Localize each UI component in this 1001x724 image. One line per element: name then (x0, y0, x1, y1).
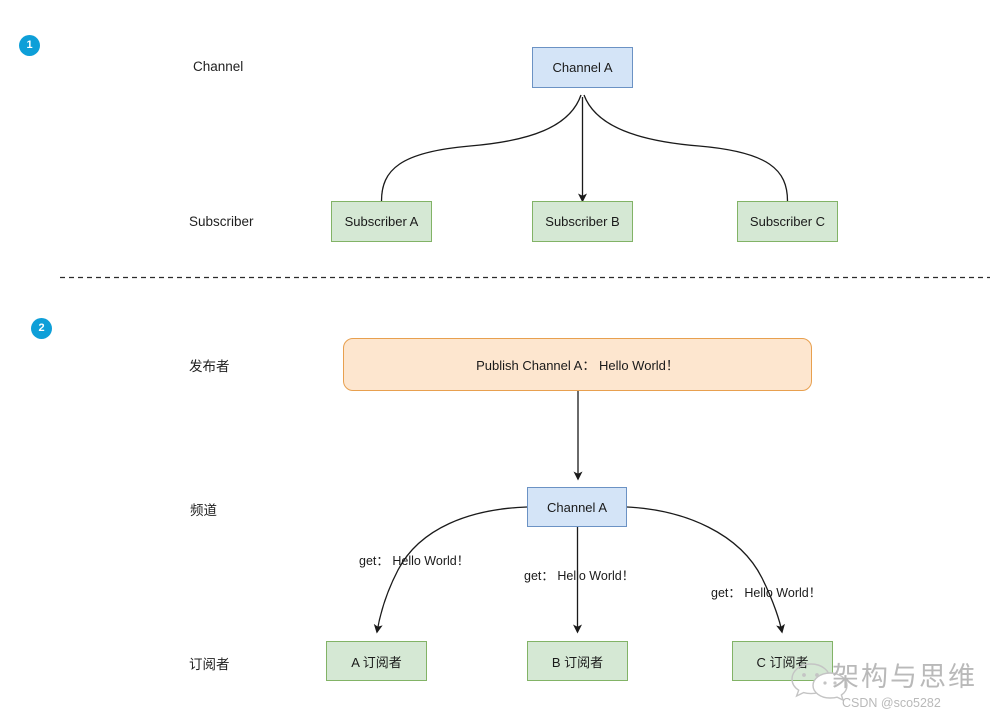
node-subscriber-c-cn[interactable]: C 订阅者 (732, 641, 833, 681)
row-label-publisher: 发布者 (189, 359, 230, 374)
node-subscriber-b-cn[interactable]: B 订阅者 (527, 641, 628, 681)
edge-subscriber-a-to-channel (380, 94, 582, 202)
node-subscriber-b[interactable]: Subscriber B (532, 201, 633, 242)
edge-channel-to-subscriber-c (626, 506, 785, 634)
row-label-channel-cn: 频道 (190, 503, 217, 518)
row-label-channel: Channel (193, 59, 244, 74)
node-publish-message[interactable]: Publish Channel A： Hello World！ (343, 338, 812, 391)
watermark-credit: CSDN @sco5282 (842, 696, 941, 710)
row-label-subscriber: Subscriber (189, 214, 254, 229)
node-subscriber-c[interactable]: Subscriber C (737, 201, 838, 242)
step-badge-1: 1 (19, 35, 40, 56)
step-badge-2: 2 (31, 318, 52, 339)
section1-edges (380, 94, 789, 203)
edge-label-get-c: get： Hello World！ (711, 586, 822, 600)
edge-channel-to-subscriber-a (373, 506, 528, 634)
diagram-canvas: 1 Channel Subscriber Channel A Subscribe… (0, 0, 1001, 724)
row-label-subscriber-cn: 订阅者 (189, 657, 230, 672)
node-channel-a-mid[interactable]: Channel A (527, 487, 627, 527)
node-subscriber-a[interactable]: Subscriber A (331, 201, 432, 242)
edge-label-get-b: get： Hello World！ (524, 569, 635, 583)
edge-subscriber-c-to-channel (583, 94, 789, 202)
node-subscriber-a-cn[interactable]: A 订阅者 (326, 641, 427, 681)
watermark-brand: 架构与思维 (832, 662, 977, 693)
node-channel-a-top[interactable]: Channel A (532, 47, 633, 88)
edge-label-get-a: get： Hello World！ (359, 554, 470, 568)
